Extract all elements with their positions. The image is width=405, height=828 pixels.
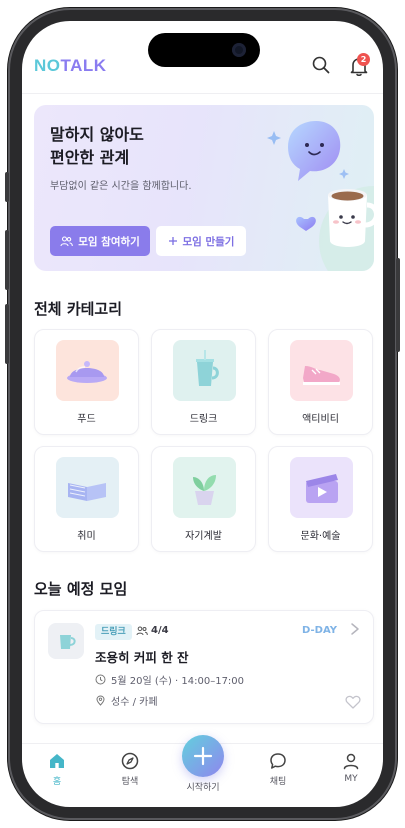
phone-side-button — [5, 304, 9, 364]
nav-chat[interactable]: 채팅 — [253, 751, 303, 787]
phone-side-button — [396, 258, 400, 352]
meeting-participants-count: 4/4 — [151, 625, 169, 636]
category-label-drink: 드링크 — [189, 414, 218, 425]
sneaker-icon — [290, 340, 353, 401]
logo-part1: NO — [34, 56, 61, 75]
category-label-self-dev: 자기계발 — [185, 531, 222, 542]
category-card-drink[interactable]: 드링크 — [151, 329, 256, 435]
category-label-culture: 문화·예술 — [300, 531, 341, 542]
nav-home-label: 홈 — [52, 777, 62, 787]
meeting-location: 성수 / 카페 — [95, 693, 158, 708]
people-icon — [136, 626, 148, 635]
join-meeting-button[interactable]: 모임 참여하기 — [50, 226, 150, 256]
app-logo[interactable]: NOTALK — [34, 56, 107, 76]
notification-badge: 2 — [357, 53, 370, 66]
meeting-datetime: 5월 20일 (수) · 14:00–17:00 — [95, 672, 244, 687]
start-button[interactable] — [182, 735, 224, 777]
nav-my-label: MY — [344, 774, 358, 784]
category-card-culture[interactable]: 문화·예술 — [268, 446, 373, 552]
heart-icon[interactable] — [345, 695, 361, 709]
logo-part2: TALK — [60, 56, 107, 75]
chat-bubble-icon — [270, 753, 286, 769]
location-pin-icon — [96, 695, 105, 706]
user-icon — [343, 753, 359, 770]
category-section-title: 전체 카테고리 — [34, 300, 123, 318]
book-icon — [56, 457, 119, 518]
hero-title: 말하지 않아도 편안한 관계 — [50, 123, 210, 169]
drink-icon — [60, 635, 76, 649]
phone-side-button — [5, 172, 9, 202]
category-label-activity: 액티비티 — [302, 414, 339, 425]
search-icon[interactable] — [310, 54, 332, 76]
hero-banner[interactable]: 말하지 않아도 편안한 관계 부담없이 같은 시간을 함께합니다. 모임 참여하… — [34, 105, 374, 271]
meeting-dday-label: D-DAY — [302, 625, 337, 636]
hero-title-line2: 편안한 관계 — [50, 148, 130, 167]
header-divider — [22, 93, 383, 94]
drink-icon — [173, 340, 236, 401]
meeting-datetime-text: 5월 20일 (수) · 14:00–17:00 — [111, 676, 245, 687]
category-card-hobby[interactable]: 취미 — [34, 446, 139, 552]
home-icon — [50, 754, 64, 768]
nav-chat-label: 채팅 — [269, 777, 287, 787]
hero-subtitle: 부담없이 같은 시간을 함께합니다. — [50, 181, 192, 192]
chevron-right-icon[interactable] — [349, 622, 361, 636]
dynamic-island — [148, 33, 260, 67]
meeting-participants: 4/4 — [136, 625, 169, 636]
nav-home[interactable]: 홈 — [32, 751, 82, 787]
category-label-food: 푸드 — [77, 414, 96, 425]
meeting-thumbnail — [48, 623, 84, 659]
nav-explore-label: 탐색 — [121, 777, 139, 787]
people-icon — [60, 235, 74, 246]
nav-explore[interactable]: 탐색 — [105, 751, 155, 787]
category-card-food[interactable]: 푸드 — [34, 329, 139, 435]
meeting-card[interactable]: 드링크 4/4 D-DAY 조용히 커피 한 잔 5월 20일 (수) · 14… — [34, 610, 374, 724]
join-meeting-label: 모임 참여하기 — [78, 235, 140, 248]
meeting-category-tag: 드링크 — [95, 624, 132, 640]
plus-icon — [193, 746, 213, 766]
category-label-hobby: 취미 — [77, 531, 96, 542]
food-icon — [56, 340, 119, 401]
film-icon — [290, 457, 353, 518]
hero-title-line1: 말하지 않아도 — [50, 125, 144, 144]
plant-icon — [173, 457, 236, 518]
meeting-title: 조용히 커피 한 잔 — [95, 650, 189, 665]
camera-dot — [232, 43, 246, 57]
hero-illustration — [267, 121, 374, 271]
category-card-activity[interactable]: 액티비티 — [268, 329, 373, 435]
today-section-title: 오늘 예정 모임 — [34, 580, 128, 598]
category-card-self-dev[interactable]: 자기계발 — [151, 446, 256, 552]
meeting-location-text: 성수 / 카페 — [111, 697, 158, 708]
start-button-label: 시작하기 — [186, 783, 220, 793]
phone-side-button — [5, 230, 9, 290]
app-screen: NOTALK 2 말하지 않아도 편안한 관계 부담없이 같은 시간을 함께합니… — [22, 21, 383, 807]
clock-icon — [95, 674, 106, 685]
compass-icon — [121, 752, 139, 770]
nav-my[interactable]: MY — [326, 751, 376, 784]
plus-icon — [168, 237, 177, 245]
